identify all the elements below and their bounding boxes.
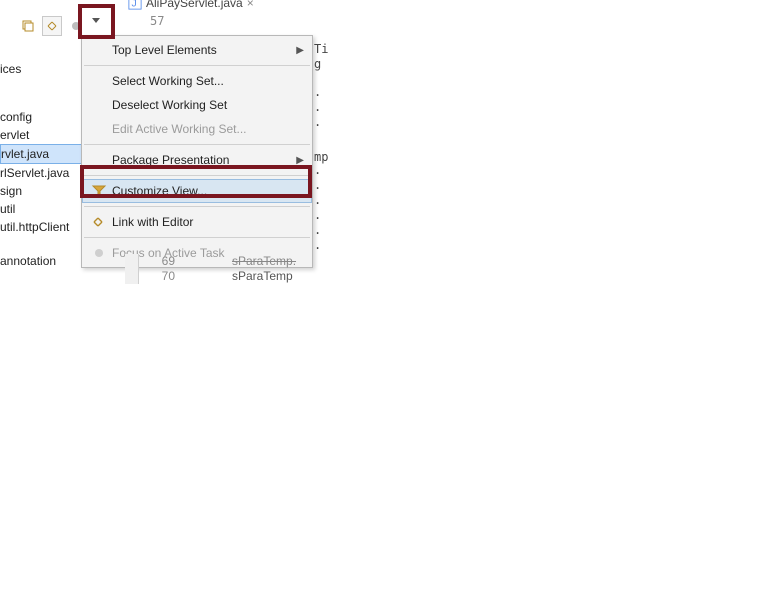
svg-text:J: J (132, 0, 137, 10)
menu-link-with-editor[interactable]: Link with Editor (82, 210, 312, 234)
code-peek: Ti (314, 42, 328, 56)
code-peek: . (314, 223, 321, 237)
code-fragment: sParaTemp. sParaTemp (232, 254, 296, 284)
menu-top-level-elements[interactable]: Top Level Elements ▶ (82, 38, 312, 62)
menu-separator (84, 175, 310, 176)
code-peek: . (314, 115, 321, 129)
focus-icon (91, 245, 107, 261)
view-toolbar (18, 16, 86, 36)
menu-select-working-set[interactable]: Select Working Set... (82, 69, 312, 93)
menu-package-presentation[interactable]: Package Presentation ▶ (82, 148, 312, 172)
menu-separator (84, 65, 310, 66)
chevron-down-icon (92, 18, 100, 23)
menu-deselect-working-set[interactable]: Deselect Working Set (82, 93, 312, 117)
code-text: sParaTemp (232, 269, 296, 284)
line-number: 69 (139, 254, 175, 269)
menu-item-label: Deselect Working Set (112, 98, 302, 112)
menu-separator (84, 206, 310, 207)
menu-separator (84, 144, 310, 145)
focus-icon (69, 19, 83, 33)
chevron-right-icon: ▶ (296, 45, 304, 56)
link-editor-toolbar-button[interactable] (42, 16, 62, 36)
code-peek: g (314, 57, 321, 71)
link-icon (45, 19, 59, 33)
view-dropdown-menu: Top Level Elements ▶ Select Working Set.… (81, 35, 313, 268)
view-menu-button[interactable] (92, 18, 100, 23)
collapse-icon (21, 19, 35, 33)
menu-separator (84, 237, 310, 238)
visible-line-number: 57 (150, 14, 164, 28)
menu-item-label: Package Presentation (112, 153, 302, 167)
menu-item-label: Edit Active Working Set... (112, 122, 302, 136)
code-peek: . (314, 85, 321, 99)
code-peek: . (314, 178, 321, 192)
code-peek: . (314, 163, 321, 177)
menu-item-label: Select Working Set... (112, 74, 302, 88)
editor-tab-label: AliPayServlet.java (146, 0, 243, 10)
filter-icon (91, 183, 107, 199)
code-peek: . (314, 208, 321, 222)
chevron-right-icon: ▶ (296, 155, 304, 166)
focus-task-toolbar-button[interactable] (66, 16, 86, 36)
close-icon[interactable]: × (247, 0, 254, 10)
code-peek: mp (314, 150, 328, 164)
code-peek: . (314, 193, 321, 207)
menu-item-label: Top Level Elements (112, 43, 302, 57)
line-number: 70 (139, 269, 175, 284)
menu-item-label: Customize View... (112, 184, 302, 198)
menu-customize-view[interactable]: Customize View... (82, 179, 312, 203)
java-file-icon: J (128, 0, 142, 10)
link-icon (91, 214, 107, 230)
code-text: sParaTemp. (232, 254, 296, 269)
editor-tab[interactable]: J AliPayServlet.java × (122, 0, 260, 12)
collapse-all-button[interactable] (18, 16, 38, 36)
code-peek: . (314, 238, 321, 252)
code-peek: . (314, 100, 321, 114)
menu-edit-working-set: Edit Active Working Set... (82, 117, 312, 141)
menu-item-label: Link with Editor (112, 215, 302, 229)
editor-gutter: 69 70 (125, 254, 175, 284)
